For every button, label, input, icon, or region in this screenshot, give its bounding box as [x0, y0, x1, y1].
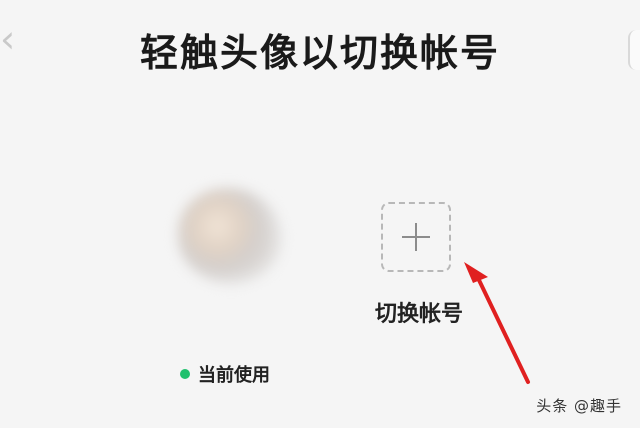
- avatar: [178, 188, 282, 284]
- watermark: 头条 @趣手: [536, 397, 622, 415]
- account-switch-screen: ‹ 轻触头像以切换帐号 切换帐号 当前使用 头条 @趣手: [0, 0, 640, 428]
- status-dot-icon: [180, 369, 190, 379]
- red-arrow-annotation: [464, 262, 530, 384]
- plus-icon: [402, 223, 430, 251]
- current-account-status: 当前使用: [180, 361, 270, 387]
- current-account-avatar[interactable]: [178, 188, 282, 284]
- current-status-label: 当前使用: [198, 365, 270, 386]
- add-account-button[interactable]: [381, 202, 451, 272]
- page-title: 轻触头像以切换帐号: [139, 31, 500, 75]
